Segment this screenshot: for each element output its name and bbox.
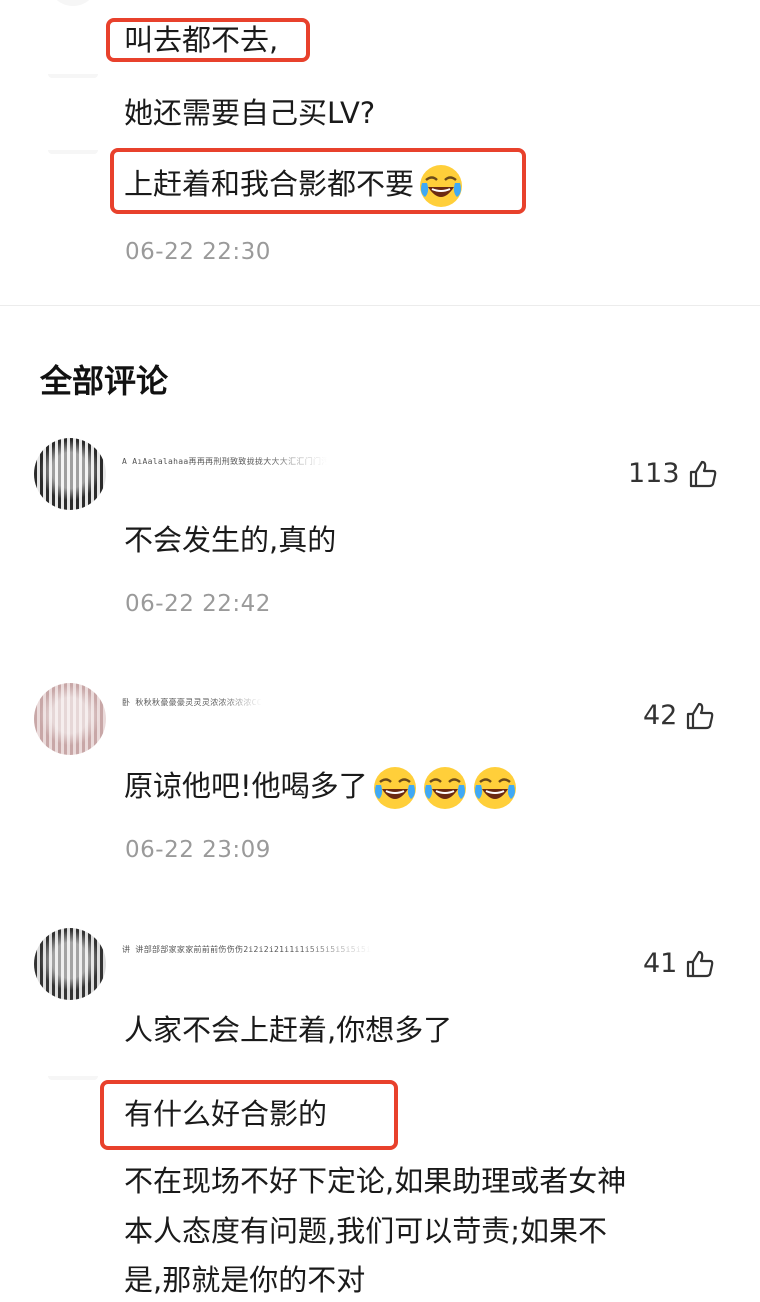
like-button[interactable]: 41	[643, 948, 715, 979]
crying-laughing-emoji-icon	[473, 767, 516, 809]
section-title: 全部评论	[40, 362, 169, 400]
comment-extra-line-3: 是,那就是你的不对	[124, 1263, 366, 1297]
comment-text-content: 原谅他吧!他喝多了	[124, 769, 368, 803]
avatar[interactable]	[34, 683, 106, 755]
thumbs-up-icon	[687, 702, 714, 729]
avatar-placeholder	[48, 0, 98, 6]
crying-laughing-emoji-icon	[373, 767, 416, 809]
like-button[interactable]: 113	[628, 458, 718, 489]
avatar[interactable]	[34, 438, 106, 510]
like-count: 41	[643, 948, 678, 979]
like-count: 42	[643, 700, 678, 731]
username-masked[interactable]: 讲 讲部部部家家家前前前伤伤伤2i2i2i21i1i1i5i5i5i5i5i5i…	[122, 944, 372, 978]
reply-line-1: 叫去都不去,	[124, 23, 279, 57]
reply-timestamp: 06-22 22:30	[125, 239, 271, 265]
crying-laughing-emoji-icon	[423, 767, 466, 809]
crying-laughing-emoji-icon	[420, 165, 463, 207]
avatar-placeholder	[48, 150, 98, 154]
comment-extra-line-2: 本人态度有问题,我们可以苛责;如果不	[124, 1214, 607, 1248]
comment-text: 原谅他吧!他喝多了	[124, 765, 518, 811]
avatar-placeholder	[48, 1076, 98, 1080]
comment-timestamp: 06-22 22:42	[125, 591, 271, 617]
username-masked[interactable]: 卧 秋秋秋豪豪豪灵灵灵浓浓浓浓浓CCCCCCC 卧 秋秋秋豪豪豪灵灵灵浓浓浓浓浓…	[122, 697, 262, 731]
divider	[0, 305, 760, 306]
like-count: 113	[628, 458, 680, 489]
comment-text: 人家不会上赶着,你想多了	[124, 1013, 453, 1047]
avatar-placeholder	[48, 74, 98, 78]
thumbs-up-icon	[687, 950, 714, 977]
comment-extra-line-1: 不在现场不好下定论,如果助理或者女神	[124, 1164, 627, 1198]
reply-line-3: 上赶着和我合影都不要	[124, 163, 464, 209]
reply-line-2: 她还需要自己买LV?	[124, 96, 376, 130]
like-button[interactable]: 42	[643, 700, 715, 731]
comment-text: 不会发生的,真的	[124, 523, 337, 557]
thumbs-up-icon	[689, 460, 716, 487]
comment-timestamp: 06-22 23:09	[125, 837, 271, 863]
avatar[interactable]	[34, 928, 106, 1000]
reply-line-3-text: 上赶着和我合影都不要	[124, 167, 415, 201]
username-masked[interactable]: A AıAalalahaa再再再刑刑致致拢拢大大大汇汇门门汚汚牙牙子 F A A…	[122, 456, 327, 490]
quoted-reply: 有什么好合影的	[124, 1097, 328, 1131]
